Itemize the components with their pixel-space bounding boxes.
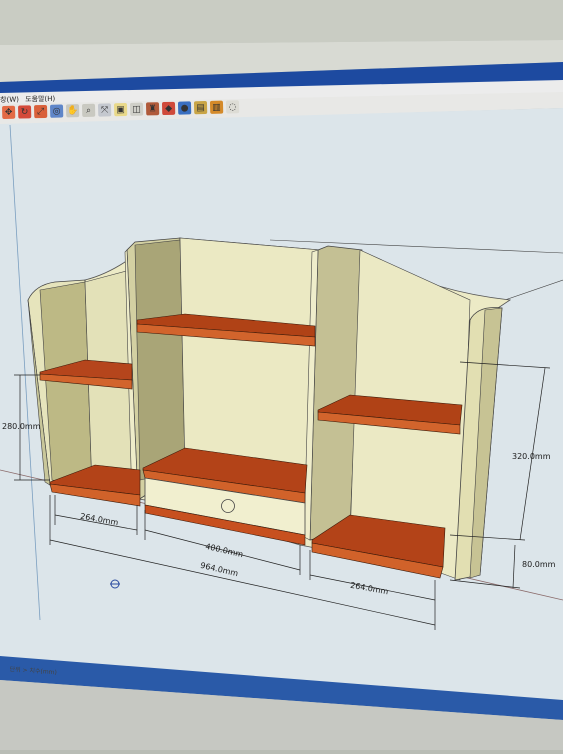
move-icon[interactable]: ✥	[2, 105, 16, 119]
outliner-icon[interactable]: ▥	[209, 100, 224, 114]
dimension-left-height: 280.0mm	[2, 422, 41, 431]
left-divider-inner	[134, 239, 186, 481]
zoom-icon[interactable]: ⌕	[81, 103, 96, 118]
orbit-icon[interactable]: ◎	[49, 104, 64, 118]
menu-window[interactable]: 창(W)	[0, 96, 19, 104]
fog-icon[interactable]: ◌	[225, 100, 240, 114]
scale-icon[interactable]: ⤢	[33, 104, 48, 119]
rotate-icon[interactable]: ↻	[17, 105, 32, 119]
menu-help[interactable]: 도움말(H)	[25, 95, 55, 104]
dimension-base-height: 80.0mm	[522, 560, 556, 569]
zoom-extents-icon[interactable]: ⤧	[97, 103, 112, 117]
component-icon[interactable]: ◫	[129, 102, 144, 116]
material-icon[interactable]: ◆	[161, 101, 176, 116]
dimension-right-height: 320.0mm	[512, 452, 551, 461]
shadow-icon[interactable]: ●	[177, 101, 192, 115]
wall-background	[0, 0, 563, 45]
camera-icon[interactable]: ▣	[113, 102, 128, 117]
layers-icon[interactable]: ▤	[193, 100, 208, 115]
paint-icon[interactable]: ♜	[145, 102, 160, 116]
menu-bar: 창(W) 도움말(H)	[0, 94, 59, 105]
monitor-scene: 창(W) 도움말(H) ✥ ↻ ⤢ ◎ ✋ ⌕ ⤧ ▣ ◫ ♜ ◆ ● ▤ ▥ …	[0, 0, 563, 750]
pan-icon[interactable]: ✋	[65, 104, 80, 118]
